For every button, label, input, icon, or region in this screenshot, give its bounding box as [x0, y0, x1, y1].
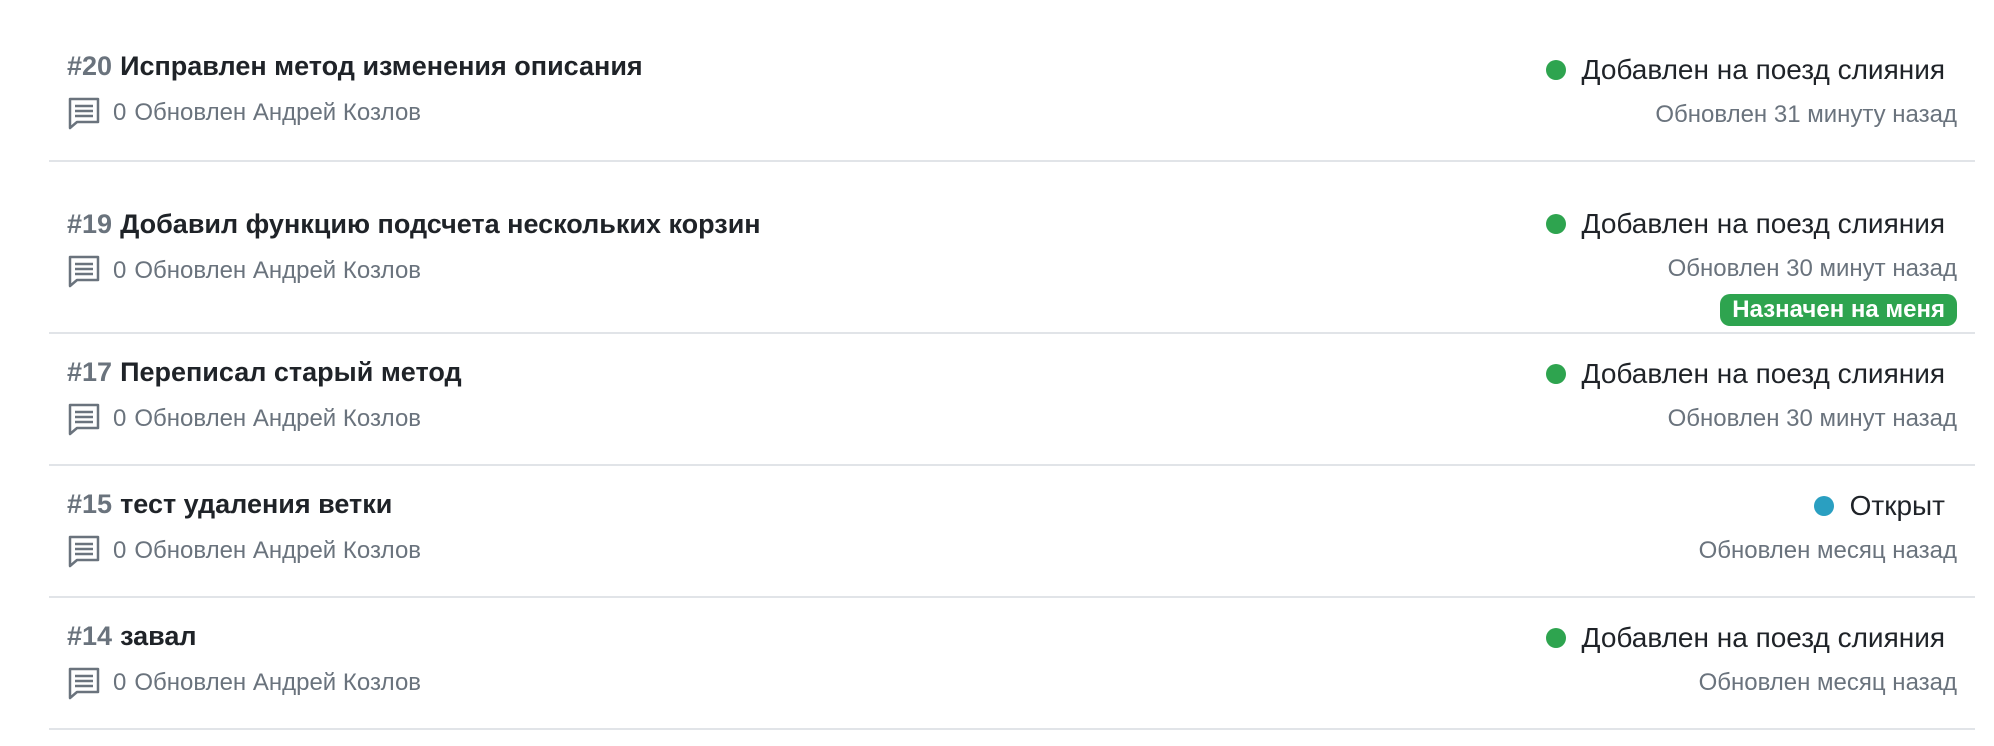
list-item[interactable]: #20 Исправлен метод изменения описания 0 … [49, 0, 1975, 162]
list-item[interactable]: #15 тест удаления ветки 0 Обновлен Андрей… [49, 466, 1975, 598]
status-label: Добавлен на поезд слияния [1581, 622, 1945, 653]
status-label: Добавлен на поезд слияния [1581, 358, 1945, 389]
item-title-line[interactable]: #20 Исправлен метод изменения описания [67, 46, 643, 86]
status-dot [1813, 496, 1834, 516]
item-meta: 0 Обновлен Андрей Козлов [67, 402, 421, 436]
item-title[interactable]: Исправлен метод изменения описания [120, 51, 643, 81]
updated-by: Обновлен Андрей Козлов [134, 405, 422, 432]
comment-count: 0 [113, 99, 127, 126]
comment-count: 0 [113, 405, 127, 432]
status: Добавлен на поезд слияния [1545, 50, 1945, 90]
item-number: #17 [67, 357, 113, 387]
item-meta: 0 Обновлен Андрей Козлов [67, 666, 421, 700]
comment-icon [67, 402, 101, 436]
comment-icon [67, 534, 101, 568]
status-dot [1545, 214, 1566, 234]
comment-icon [67, 96, 101, 130]
item-status-column: Добавлен на поезд слияния Обновлен 30 ми… [1545, 354, 1957, 434]
item-meta: 0 Обновлен Андрей Козлов [67, 96, 421, 130]
item-number: #19 [67, 209, 113, 239]
status-label: Добавлен на поезд слияния [1581, 208, 1945, 239]
updated-by: Обновлен Андрей Козлов [134, 537, 422, 564]
status-dot [1545, 628, 1566, 648]
updated-by: Обновлен Андрей Козлов [134, 99, 422, 126]
comment-icon [67, 666, 101, 700]
updated-by: Обновлен Андрей Козлов [134, 257, 422, 284]
item-status-column: Открыт Обновлен месяц назад [1699, 486, 1957, 566]
item-main: #20 Исправлен метод изменения описания 0 … [67, 46, 643, 130]
comment-count: 0 [113, 537, 127, 564]
updated-time: Обновлен 30 минут назад [1667, 405, 1957, 432]
item-main: #15 тест удаления ветки 0 Обновлен Андрей… [67, 484, 421, 568]
item-title-line[interactable]: #15 тест удаления ветки [67, 484, 392, 524]
assigned-badge[interactable]: Назначен на меня [1720, 294, 1957, 326]
item-number: #15 [67, 489, 113, 519]
updated-time: Обновлен месяц назад [1698, 537, 1957, 564]
item-status-column: Добавлен на поезд слияния Обновлен 31 ми… [1545, 50, 1957, 130]
status-dot [1545, 364, 1566, 384]
item-title-line[interactable]: #14 завал [67, 616, 197, 656]
status: Открыт [1699, 486, 1945, 526]
pull-request-list: #20 Исправлен метод изменения описания 0 … [49, 0, 1975, 730]
updated-time: Обновлен 30 минут назад [1667, 255, 1957, 282]
status: Добавлен на поезд слияния [1545, 618, 1945, 658]
updated-time: Обновлен месяц назад [1698, 669, 1957, 696]
item-status-column: Добавлен на поезд слияния Обновлен месяц… [1545, 618, 1957, 698]
item-title[interactable]: Переписал старый метод [120, 357, 462, 387]
list-item[interactable]: #14 завал 0 Обновлен Андрей Козлов Добавл… [49, 598, 1975, 730]
updated-by: Обновлен Андрей Козлов [134, 669, 422, 696]
item-title-line[interactable]: #17 Переписал старый метод [67, 352, 462, 392]
item-meta: 0 Обновлен Андрей Козлов [67, 254, 421, 288]
item-number: #14 [67, 621, 113, 651]
item-main: #19 Добавил функцию подсчета нескольких к… [67, 204, 761, 288]
item-title[interactable]: завал [120, 621, 197, 651]
item-meta: 0 Обновлен Андрей Козлов [67, 534, 421, 568]
item-title-line[interactable]: #19 Добавил функцию подсчета нескольких к… [67, 204, 761, 244]
comment-count: 0 [113, 669, 127, 696]
status-label: Открыт [1849, 490, 1945, 521]
status: Добавлен на поезд слияния [1545, 354, 1945, 394]
item-title[interactable]: Добавил функцию подсчета нескольких корз… [120, 209, 761, 239]
item-status-column: Добавлен на поезд слияния Обновлен 30 ми… [1545, 204, 1957, 326]
list-item[interactable]: #19 Добавил функцию подсчета нескольких к… [49, 162, 1975, 334]
updated-time: Обновлен 31 минуту назад [1655, 101, 1957, 128]
item-number: #20 [67, 51, 113, 81]
list-item[interactable]: #17 Переписал старый метод 0 Обновлен Анд… [49, 334, 1975, 466]
item-main: #17 Переписал старый метод 0 Обновлен Анд… [67, 352, 462, 436]
status: Добавлен на поезд слияния [1545, 204, 1945, 244]
status-dot [1545, 60, 1566, 80]
status-label: Добавлен на поезд слияния [1581, 54, 1945, 85]
item-main: #14 завал 0 Обновлен Андрей Козлов [67, 616, 421, 700]
comment-count: 0 [113, 257, 127, 284]
comment-icon [67, 254, 101, 288]
item-title[interactable]: тест удаления ветки [120, 489, 392, 519]
